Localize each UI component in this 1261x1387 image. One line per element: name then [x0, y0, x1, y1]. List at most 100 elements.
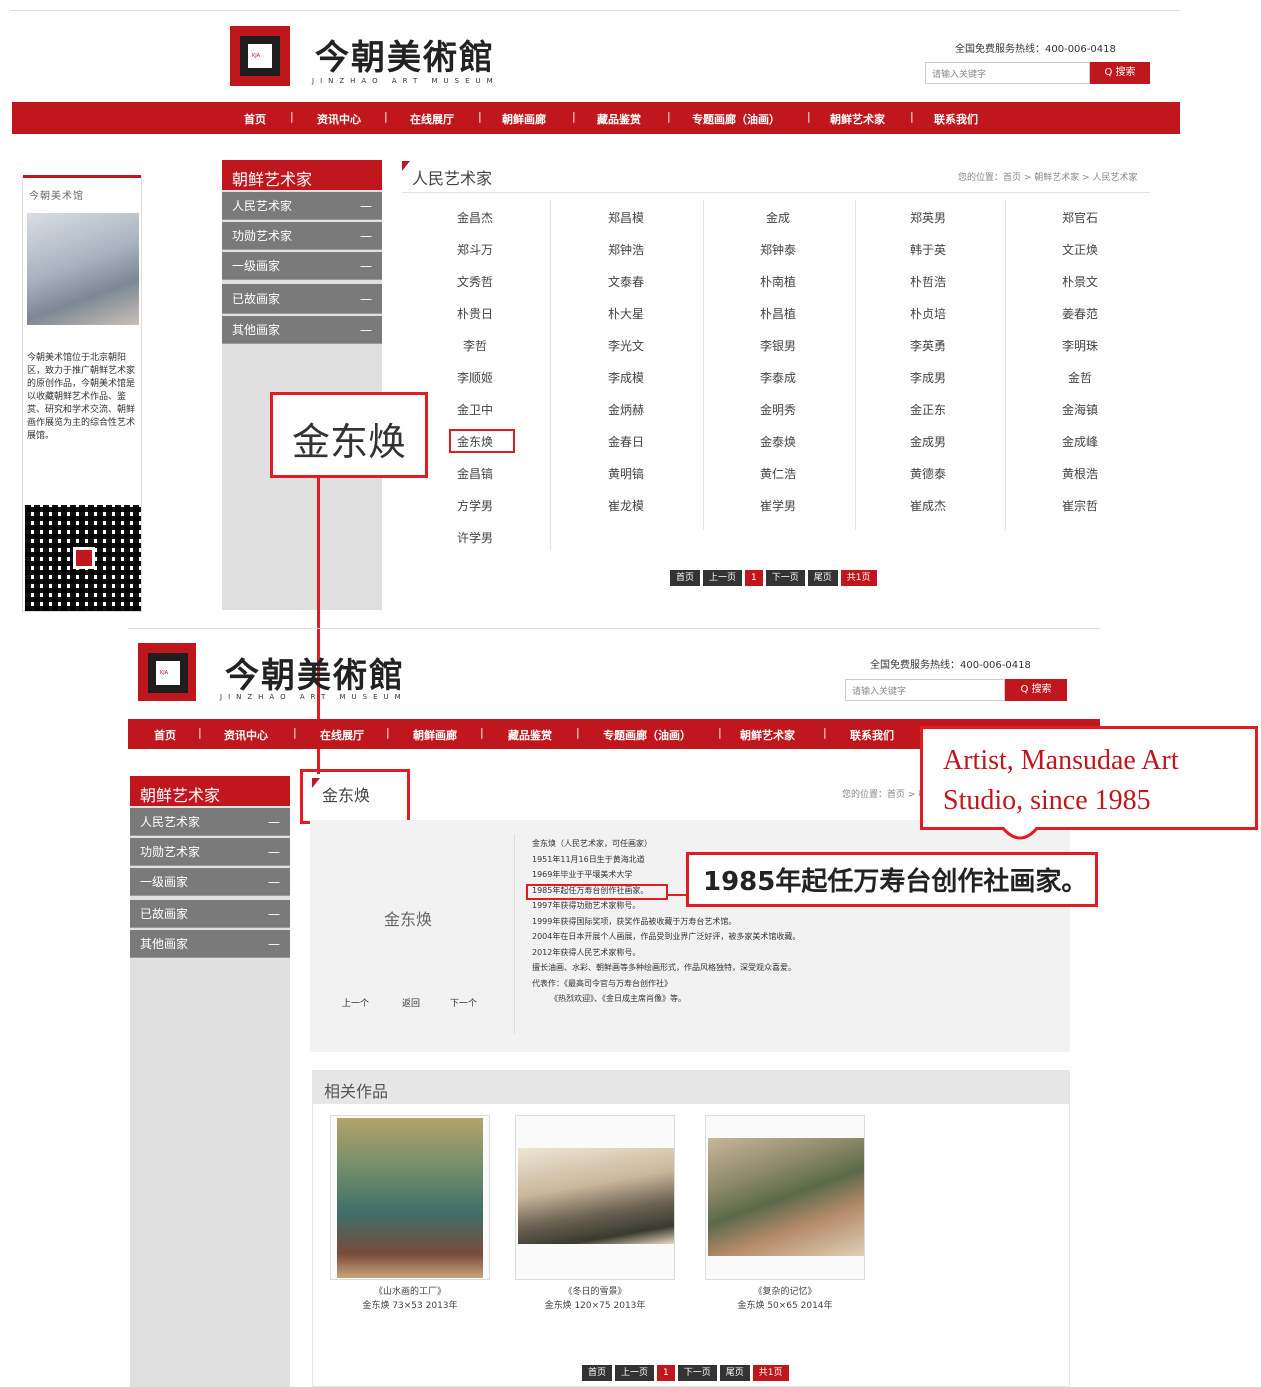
- artist-link[interactable]: 黄德泰: [868, 465, 988, 482]
- artist-link[interactable]: 崔学男: [718, 497, 838, 514]
- artist-link[interactable]: 金明秀: [718, 401, 838, 418]
- artist-link[interactable]: 金卫中: [415, 401, 535, 418]
- artwork-1-title[interactable]: 《山水画的工厂》: [330, 1284, 490, 1297]
- nav-special-2[interactable]: 专题画廊（油画）: [603, 727, 691, 743]
- site-logo-2[interactable]: KJA: [138, 643, 196, 701]
- search-button-2[interactable]: Q 搜索: [1005, 679, 1067, 701]
- artist-link[interactable]: 朴昌植: [718, 305, 838, 322]
- artist-link[interactable]: 郑钟浩: [566, 241, 686, 258]
- pager-first-2[interactable]: 首页: [582, 1365, 613, 1381]
- artist-link[interactable]: 李明珠: [1020, 337, 1140, 354]
- artist-link[interactable]: 文泰春: [566, 273, 686, 290]
- pager-current-2[interactable]: 1: [657, 1365, 675, 1381]
- sidebar-item-people-artist-2[interactable]: 人民艺术家 —: [130, 808, 290, 836]
- next-link[interactable]: 下一个: [450, 996, 477, 1009]
- search-input[interactable]: 请输入关键字: [925, 62, 1090, 84]
- artist-link[interactable]: 金泰焕: [718, 433, 838, 450]
- pager-last[interactable]: 尾页: [807, 570, 838, 586]
- artist-link[interactable]: 黄仁浩: [718, 465, 838, 482]
- search-button[interactable]: Q 搜索: [1090, 62, 1150, 84]
- artist-link[interactable]: 李银男: [718, 337, 838, 354]
- artwork-2-title[interactable]: 《冬日的雪景》: [515, 1284, 675, 1297]
- nav-news[interactable]: 资讯中心: [317, 111, 361, 127]
- sidebar-item-merit-artist-2[interactable]: 功勋艺术家 —: [130, 838, 290, 866]
- artist-link[interactable]: 李英勇: [868, 337, 988, 354]
- artist-link[interactable]: 崔成杰: [868, 497, 988, 514]
- nav-news-2[interactable]: 资讯中心: [224, 727, 268, 743]
- artist-link[interactable]: 姜春范: [1020, 305, 1140, 322]
- artist-link[interactable]: 郑英男: [868, 209, 988, 226]
- artist-link[interactable]: 朴大星: [566, 305, 686, 322]
- artist-link[interactable]: 金海镇: [1020, 401, 1140, 418]
- artist-link[interactable]: 金成峰: [1020, 433, 1140, 450]
- nav-online-hall-2[interactable]: 在线展厅: [320, 727, 364, 743]
- artwork-1[interactable]: [330, 1115, 490, 1280]
- artist-link[interactable]: 李成模: [566, 369, 686, 386]
- artist-link[interactable]: 许学男: [415, 529, 535, 546]
- artist-link[interactable]: 郑钟泰: [718, 241, 838, 258]
- sidebar-item-other-painter[interactable]: 其他画家 —: [222, 316, 382, 344]
- site-title-2[interactable]: 今朝美術館: [225, 648, 405, 697]
- pager-prev-2[interactable]: 上一页: [615, 1365, 655, 1381]
- nav-home[interactable]: 首页: [244, 111, 266, 127]
- artist-link[interactable]: 金炳赫: [566, 401, 686, 418]
- sidebar-item-merit-artist[interactable]: 功勋艺术家 —: [222, 222, 382, 250]
- artist-link[interactable]: 朴哲浩: [868, 273, 988, 290]
- artist-link[interactable]: 朴贵日: [415, 305, 535, 322]
- artist-link[interactable]: 李顺姬: [415, 369, 535, 386]
- artwork-3-title[interactable]: 《复杂的记忆》: [705, 1284, 865, 1297]
- artist-link[interactable]: 郑昌模: [566, 209, 686, 226]
- artist-link[interactable]: 李成男: [868, 369, 988, 386]
- nav-online-hall[interactable]: 在线展厅: [410, 111, 454, 127]
- nav-contact[interactable]: 联系我们: [934, 111, 978, 127]
- sidebar-item-first-class-2[interactable]: 一级画家 —: [130, 868, 290, 896]
- back-link[interactable]: 返回: [402, 996, 420, 1009]
- pager-next-2[interactable]: 下一页: [677, 1365, 717, 1381]
- artist-link[interactable]: 金昌镐: [415, 465, 535, 482]
- prev-link[interactable]: 上一个: [342, 996, 369, 1009]
- artist-link[interactable]: 文秀哲: [415, 273, 535, 290]
- artist-link[interactable]: 朴南植: [718, 273, 838, 290]
- site-title[interactable]: 今朝美術館: [315, 30, 495, 79]
- nav-gallery-2[interactable]: 朝鲜画廊: [413, 727, 457, 743]
- nav-collection-2[interactable]: 藏品鉴赏: [508, 727, 552, 743]
- artist-link[interactable]: 金昌杰: [415, 209, 535, 226]
- pager-next[interactable]: 下一页: [765, 570, 805, 586]
- sidebar-item-first-class[interactable]: 一级画家 —: [222, 252, 382, 280]
- artist-link[interactable]: 李泰成: [718, 369, 838, 386]
- artist-link[interactable]: 李光文: [566, 337, 686, 354]
- artist-link[interactable]: 文正焕: [1020, 241, 1140, 258]
- nav-home-2[interactable]: 首页: [154, 727, 176, 743]
- artist-link[interactable]: 黄明镐: [566, 465, 686, 482]
- nav-artists-2[interactable]: 朝鲜艺术家: [740, 727, 795, 743]
- artist-link[interactable]: 郑官石: [1020, 209, 1140, 226]
- sidebar-item-people-artist[interactable]: 人民艺术家 —: [222, 192, 382, 220]
- artist-link[interactable]: 金成: [718, 209, 838, 226]
- artist-link[interactable]: 方学男: [415, 497, 535, 514]
- sidebar-item-late-painter-2[interactable]: 已故画家 —: [130, 900, 290, 928]
- nav-gallery[interactable]: 朝鲜画廊: [502, 111, 546, 127]
- nav-artists[interactable]: 朝鲜艺术家: [830, 111, 885, 127]
- pager-current[interactable]: 1: [745, 570, 763, 586]
- artwork-3[interactable]: [705, 1115, 865, 1280]
- search-input-2[interactable]: 请输入关键字: [845, 679, 1005, 701]
- site-logo[interactable]: KJA: [230, 26, 290, 86]
- sidebar-item-late-painter[interactable]: 已故画家 —: [222, 284, 382, 314]
- artist-link[interactable]: 黄根浩: [1020, 465, 1140, 482]
- artist-link[interactable]: 郑斗万: [415, 241, 535, 258]
- pager-prev[interactable]: 上一页: [703, 570, 743, 586]
- artist-link[interactable]: 金春日: [566, 433, 686, 450]
- pager-last-2[interactable]: 尾页: [719, 1365, 750, 1381]
- artist-link[interactable]: 李哲: [415, 337, 535, 354]
- artist-link[interactable]: 崔龙模: [566, 497, 686, 514]
- artist-link[interactable]: 韩于英: [868, 241, 988, 258]
- artist-link[interactable]: 朴贞培: [868, 305, 988, 322]
- artist-link[interactable]: 金成男: [868, 433, 988, 450]
- sidebar-item-other-painter-2[interactable]: 其他画家 —: [130, 930, 290, 958]
- artist-link[interactable]: 朴景文: [1020, 273, 1140, 290]
- pager-first[interactable]: 首页: [670, 570, 701, 586]
- artwork-2[interactable]: [515, 1115, 675, 1280]
- artist-link[interactable]: 崔宗哲: [1020, 497, 1140, 514]
- artist-link[interactable]: 金哲: [1020, 369, 1140, 386]
- nav-contact-2[interactable]: 联系我们: [850, 727, 894, 743]
